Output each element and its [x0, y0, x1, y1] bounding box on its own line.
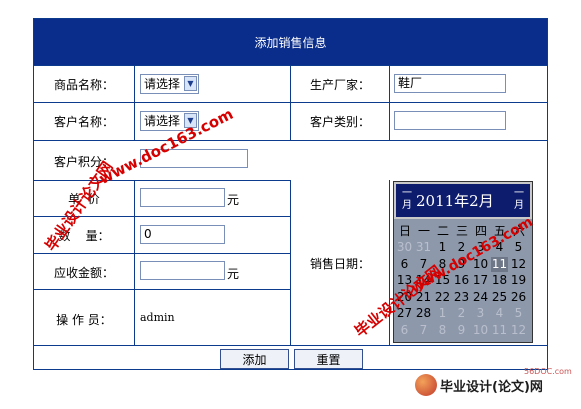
product-select-value: 请选择 — [144, 77, 181, 91]
calendar-day[interactable]: 30 — [396, 240, 413, 255]
quantity-label: 数 量： — [58, 229, 110, 243]
weekday-label: 五 — [493, 224, 506, 238]
calendar-day[interactable]: 6 — [396, 323, 413, 338]
calendar-day[interactable]: 14 — [415, 273, 432, 288]
calendar-day[interactable]: 31 — [415, 240, 432, 255]
calendar-day[interactable]: 12 — [510, 323, 527, 338]
calendar-day[interactable]: 28 — [415, 306, 432, 321]
calendar-day[interactable]: 10 — [472, 323, 489, 338]
form-title: 添加销售信息 — [34, 19, 547, 65]
reset-button[interactable]: 重置 — [294, 349, 363, 369]
calendar-day[interactable]: 11 — [491, 256, 508, 272]
col-divider — [389, 180, 390, 345]
calendar-day[interactable]: 25 — [491, 290, 508, 305]
chevron-down-icon: ▼ — [184, 76, 197, 91]
calendar-day[interactable]: 4 — [491, 306, 508, 321]
customer-type-label: 客户类别： — [309, 115, 370, 129]
site-logo: 毕业设计(论文)网 — [415, 374, 543, 396]
row-divider — [34, 253, 290, 254]
calendar-day[interactable]: 18 — [491, 273, 508, 288]
row-divider — [34, 345, 547, 346]
receivable-label: 应收金额： — [53, 266, 114, 280]
points-input[interactable] — [140, 149, 248, 168]
calendar-day[interactable]: 21 — [415, 290, 432, 305]
add-button[interactable]: 添加 — [220, 349, 289, 369]
operator-value: admin — [140, 311, 175, 324]
price-label: 单 价 — [68, 192, 100, 206]
calendar-day[interactable]: 16 — [453, 273, 470, 288]
col-divider — [389, 65, 390, 140]
next-month-button[interactable]: 一月 — [512, 188, 526, 215]
receivable-input[interactable] — [140, 261, 225, 280]
calendar-day[interactable]: 5 — [510, 240, 527, 255]
customer-label: 客户名称： — [53, 115, 114, 129]
calendar-day[interactable]: 8 — [434, 257, 451, 272]
calendar-day[interactable]: 11 — [491, 323, 508, 338]
weekday-label: 六 — [512, 224, 525, 238]
calendar-day[interactable]: 10 — [472, 257, 489, 272]
points-label: 客户积分： — [53, 155, 114, 169]
weekday-label: 一 — [417, 224, 430, 238]
row-divider — [34, 180, 290, 181]
date-picker-calendar[interactable]: 一月 2011年2月 一月 日 一 二 三 四 五 六 30 31 1 2 3 4 5 6 7 8… — [393, 181, 533, 343]
row-divider — [34, 216, 290, 217]
calendar-day[interactable]: 17 — [472, 273, 489, 288]
calendar-day[interactable]: 7 — [415, 323, 432, 338]
sales-form: 添加销售信息 商品名称： 请选择 ▼ 生产厂家： 鞋厂 客户名称： 请选择 ▼ … — [33, 18, 548, 370]
product-select[interactable]: 请选择 ▼ — [140, 74, 199, 94]
price-input[interactable] — [140, 188, 225, 207]
quantity-input[interactable]: 0 — [140, 225, 225, 244]
calendar-day[interactable]: 19 — [510, 273, 527, 288]
calendar-day[interactable]: 20 — [396, 290, 413, 305]
customer-select-value: 请选择 — [144, 114, 181, 128]
calendar-day[interactable]: 4 — [491, 240, 508, 255]
calendar-day[interactable]: 6 — [396, 257, 413, 272]
calendar-day[interactable]: 22 — [434, 290, 451, 305]
customer-select[interactable]: 请选择 ▼ — [140, 111, 199, 131]
calendar-day[interactable]: 2 — [453, 306, 470, 321]
prev-month-button[interactable]: 一月 — [400, 188, 414, 215]
chevron-down-icon: ▼ — [184, 113, 197, 128]
calendar-day[interactable]: 15 — [434, 273, 451, 288]
calendar-day[interactable]: 9 — [453, 323, 470, 338]
col-divider — [134, 65, 135, 140]
logo-icon — [415, 374, 437, 396]
receivable-unit: 元 — [227, 267, 240, 281]
calendar-day[interactable]: 7 — [415, 257, 432, 272]
calendar-day[interactable]: 12 — [510, 257, 527, 272]
col-divider — [134, 180, 135, 345]
calendar-day[interactable]: 3 — [472, 240, 489, 255]
customer-type-input[interactable] — [394, 111, 506, 130]
calendar-day[interactable]: 2 — [453, 240, 470, 255]
price-unit: 元 — [227, 193, 240, 207]
calendar-day[interactable]: 24 — [472, 290, 489, 305]
maker-label: 生产厂家： — [309, 78, 370, 92]
calendar-day[interactable]: 13 — [396, 273, 413, 288]
weekday-label: 日 — [398, 224, 411, 238]
sale-date-label: 销售日期： — [309, 257, 370, 271]
calendar-day[interactable]: 23 — [453, 290, 470, 305]
logo-text: 毕业设计(论文)网 — [440, 379, 543, 395]
calendar-day[interactable]: 1 — [434, 306, 451, 321]
weekday-label: 四 — [474, 224, 487, 238]
weekday-label: 二 — [436, 224, 449, 238]
operator-label: 操 作 员： — [56, 313, 112, 327]
calendar-day[interactable]: 5 — [510, 306, 527, 321]
calendar-day[interactable]: 27 — [396, 306, 413, 321]
row-divider — [34, 140, 547, 141]
maker-input[interactable]: 鞋厂 — [394, 74, 506, 93]
calendar-day[interactable]: 9 — [453, 257, 470, 272]
calendar-day[interactable]: 8 — [434, 323, 451, 338]
product-label: 商品名称： — [53, 78, 114, 92]
calendar-header: 一月 2011年2月 一月 — [394, 182, 532, 219]
calendar-day[interactable]: 1 — [434, 240, 451, 255]
calendar-day[interactable]: 26 — [510, 290, 527, 305]
row-divider — [34, 289, 290, 290]
weekday-label: 三 — [455, 224, 468, 238]
calendar-day[interactable]: 3 — [472, 306, 489, 321]
calendar-month-title: 2011年2月 — [416, 192, 494, 210]
